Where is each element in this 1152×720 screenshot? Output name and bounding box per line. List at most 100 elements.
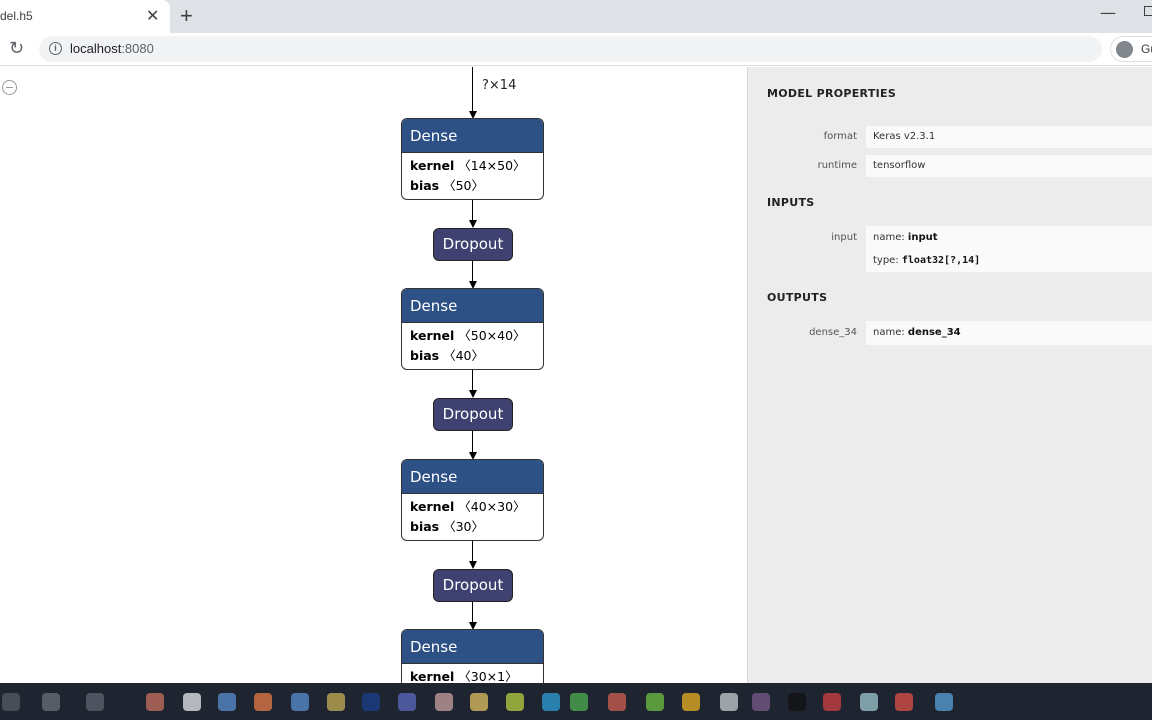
attr-value: 〈14×50〉 — [458, 158, 526, 173]
node-dropout[interactable]: Dropout — [433, 228, 513, 261]
info-icon[interactable]: i — [49, 42, 62, 55]
taskbar-app-icon[interactable] — [362, 693, 380, 711]
arrow-head — [469, 220, 477, 228]
url-text: localhost:8080 — [70, 41, 154, 56]
edge — [472, 200, 474, 220]
input-value[interactable]: name: input type: float32[?,14] — [866, 226, 1152, 272]
minimize-button[interactable]: — — [1100, 3, 1116, 22]
attr-value: 〈50〉 — [443, 178, 484, 193]
model-properties-title: MODEL PROPERTIES — [767, 87, 897, 100]
attr-value: 〈40〉 — [443, 348, 484, 363]
node-dropout[interactable]: Dropout — [433, 398, 513, 431]
node-dense[interactable]: Dense kernel 〈40×30〉 bias 〈30〉 — [401, 459, 544, 541]
inputs-title: INPUTS — [767, 196, 815, 209]
os-taskbar — [0, 683, 1152, 720]
output-name-label: dense_34 — [809, 327, 857, 338]
browser-tab[interactable]: del.h5 ✕ — [0, 0, 170, 33]
node-dense[interactable]: Dense kernel 〈50×40〉 bias 〈40〉 — [401, 288, 544, 370]
taskbar-app-icon[interactable] — [254, 693, 272, 711]
taskbar-app-icon[interactable] — [542, 693, 560, 711]
avatar-icon — [1116, 41, 1133, 58]
taskbar-app-icon[interactable] — [823, 693, 841, 711]
maximize-button[interactable] — [1144, 6, 1152, 16]
taskbar-app-icon[interactable] — [682, 693, 700, 711]
node-dropout[interactable]: Dropout — [433, 569, 513, 602]
graph-canvas[interactable]: ?×14 Dense kernel 〈14×50〉 bias 〈50〉 Drop… — [0, 67, 748, 683]
node-attr-kernel: kernel 〈14×50〉 — [402, 156, 543, 176]
taskbar-app-icon[interactable] — [752, 693, 770, 711]
browser-toolbar: ↻ i localhost:8080 Gu — [0, 33, 1152, 66]
taskbar-app-icon[interactable] — [146, 693, 164, 711]
taskbar-app-icon[interactable] — [788, 693, 806, 711]
edge — [472, 261, 474, 281]
name-prefix: name: — [873, 327, 908, 338]
node-dense[interactable]: Dense kernel 〈30×1〉 — [401, 629, 544, 683]
taskbar-app-icon[interactable] — [506, 693, 524, 711]
taskbar-app-icon[interactable] — [42, 693, 60, 711]
attr-value: 〈40×30〉 — [458, 499, 526, 514]
edge — [472, 431, 474, 452]
property-name: runtime — [817, 160, 857, 171]
tab-title: del.h5 — [0, 9, 33, 23]
node-dense[interactable]: Dense kernel 〈14×50〉 bias 〈50〉 — [401, 118, 544, 200]
edge — [472, 67, 474, 111]
taskbar-app-icon[interactable] — [291, 693, 309, 711]
taskbar-app-icon[interactable] — [218, 693, 236, 711]
output-name-value: dense_34 — [907, 327, 961, 338]
taskbar-app-icon[interactable] — [2, 693, 20, 711]
property-value[interactable]: tensorflow — [866, 155, 1152, 177]
node-title: Dense — [402, 630, 543, 664]
taskbar-app-icon[interactable] — [86, 693, 104, 711]
outputs-title: OUTPUTS — [767, 291, 828, 304]
edge — [472, 602, 474, 622]
input-type-row: type: float32[?,14] — [873, 249, 1152, 272]
taskbar-app-icon[interactable] — [895, 693, 913, 711]
property-value[interactable]: Keras v2.3.1 — [866, 126, 1152, 148]
edge — [472, 541, 474, 561]
node-attr-bias: bias 〈30〉 — [402, 517, 543, 537]
taskbar-app-icon[interactable] — [470, 693, 488, 711]
edge — [472, 370, 474, 390]
output-value[interactable]: name: dense_34 — [866, 321, 1152, 345]
node-attr-kernel: kernel 〈40×30〉 — [402, 497, 543, 517]
taskbar-app-icon[interactable] — [183, 693, 201, 711]
new-tab-button[interactable]: + — [180, 3, 193, 29]
name-prefix: name: — [873, 232, 908, 243]
node-attr-kernel: kernel 〈30×1〉 — [402, 667, 543, 683]
taskbar-app-icon[interactable] — [570, 693, 588, 711]
attr-label: bias — [410, 519, 440, 534]
reload-icon[interactable]: ↻ — [9, 38, 24, 59]
arrow-head — [469, 390, 477, 398]
taskbar-app-icon[interactable] — [860, 693, 878, 711]
node-title: Dense — [402, 460, 543, 494]
zoom-out-icon[interactable] — [2, 80, 17, 95]
node-attr-kernel: kernel 〈50×40〉 — [402, 326, 543, 346]
attr-label: bias — [410, 178, 440, 193]
attr-label: kernel — [410, 499, 455, 514]
close-tab-icon[interactable]: ✕ — [146, 6, 159, 25]
attr-value: 〈50×40〉 — [458, 328, 526, 343]
taskbar-app-icon[interactable] — [608, 693, 626, 711]
profile-label: Gu — [1141, 42, 1152, 56]
edge-label-input: ?×14 — [482, 78, 517, 93]
input-type-value: float32[?,14] — [901, 255, 981, 266]
address-bar[interactable]: i localhost:8080 — [39, 36, 1102, 62]
taskbar-app-icon[interactable] — [435, 693, 453, 711]
input-name-value: input — [907, 232, 938, 243]
attr-label: bias — [410, 348, 440, 363]
attr-value: 〈30×1〉 — [458, 669, 518, 683]
taskbar-app-icon[interactable] — [327, 693, 345, 711]
node-title: Dense — [402, 119, 543, 153]
taskbar-app-icon[interactable] — [646, 693, 664, 711]
property-name: format — [823, 131, 857, 142]
taskbar-app-icon[interactable] — [935, 693, 953, 711]
node-title: Dense — [402, 289, 543, 323]
profile-button[interactable]: Gu — [1110, 36, 1152, 62]
url-host: localhost — [70, 41, 122, 56]
type-prefix: type: — [873, 255, 902, 266]
taskbar-app-icon[interactable] — [720, 693, 738, 711]
taskbar-app-icon[interactable] — [398, 693, 416, 711]
attr-label: kernel — [410, 328, 455, 343]
model-properties-sidebar: MODEL PROPERTIES format Keras v2.3.1 run… — [747, 67, 1152, 683]
attr-value: 〈30〉 — [443, 519, 484, 534]
